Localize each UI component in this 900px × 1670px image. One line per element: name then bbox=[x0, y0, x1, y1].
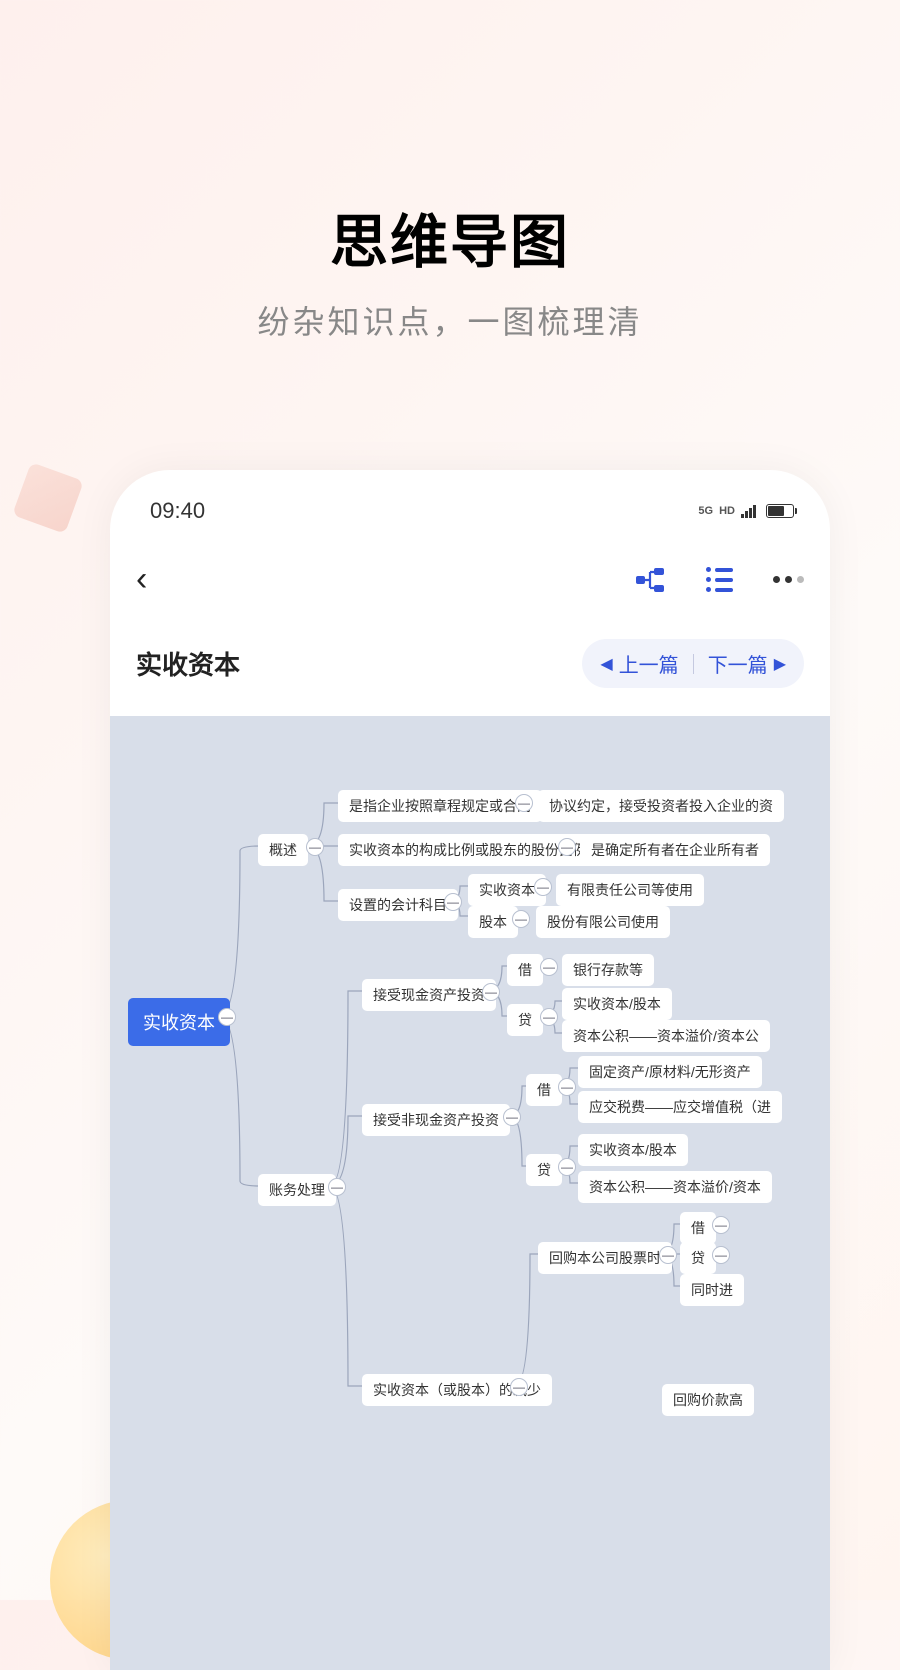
phone-frame: 09:40 5G HD ‹ bbox=[110, 470, 830, 1670]
signal-icon bbox=[741, 505, 756, 518]
collapse-icon[interactable]: — bbox=[510, 1378, 528, 1396]
mindmap-node[interactable]: 借 bbox=[680, 1212, 716, 1244]
pager: ◀ 上一篇 下一篇 ▶ bbox=[582, 639, 804, 688]
mindmap-node[interactable]: 固定资产/原材料/无形资产 bbox=[578, 1056, 762, 1088]
collapse-icon[interactable]: — bbox=[328, 1178, 346, 1196]
collapse-icon[interactable]: — bbox=[515, 794, 533, 812]
mindmap-node[interactable]: 贷 bbox=[680, 1242, 716, 1274]
mindmap-node[interactable]: 有限责任公司等使用 bbox=[556, 874, 704, 906]
collapse-icon[interactable]: — bbox=[482, 983, 500, 1001]
collapse-icon[interactable]: — bbox=[558, 1078, 576, 1096]
mindmap-canvas[interactable]: 实收资本 — 概述 — 账务处理 — 是指企业按照章程规定或合同 — 协议约定，… bbox=[110, 716, 830, 1670]
list-view-icon[interactable] bbox=[706, 567, 733, 592]
back-icon[interactable]: ‹ bbox=[136, 560, 147, 599]
collapse-icon[interactable]: — bbox=[540, 958, 558, 976]
collapse-icon[interactable]: — bbox=[503, 1108, 521, 1126]
pager-separator bbox=[693, 654, 694, 674]
mindmap-view-icon[interactable] bbox=[634, 564, 666, 596]
mindmap-node[interactable]: 借 bbox=[526, 1074, 562, 1106]
status-bar: 09:40 5G HD bbox=[110, 470, 830, 540]
decoration-cube bbox=[12, 462, 84, 534]
network-indicator: 5G bbox=[698, 505, 713, 517]
mindmap-node[interactable]: 账务处理 bbox=[258, 1174, 336, 1206]
app-header: ‹ bbox=[110, 540, 830, 625]
mindmap-node[interactable]: 贷 bbox=[507, 1004, 543, 1036]
page-title: 实收资本 bbox=[136, 645, 240, 682]
more-icon[interactable] bbox=[773, 576, 804, 583]
mindmap-node[interactable]: 银行存款等 bbox=[562, 954, 654, 986]
collapse-icon[interactable]: — bbox=[306, 838, 324, 856]
collapse-icon[interactable]: — bbox=[712, 1246, 730, 1264]
collapse-icon[interactable]: — bbox=[558, 838, 576, 856]
next-label: 下一篇 bbox=[708, 649, 768, 678]
hero-subtitle: 纷杂知识点，一图梳理清 bbox=[0, 297, 900, 343]
arrow-left-icon: ◀ bbox=[600, 654, 612, 674]
collapse-icon[interactable]: — bbox=[512, 910, 530, 928]
battery-icon bbox=[766, 504, 794, 518]
collapse-icon[interactable]: — bbox=[558, 1158, 576, 1176]
mindmap-root-node[interactable]: 实收资本 bbox=[128, 998, 230, 1046]
mindmap-node[interactable]: 概述 bbox=[258, 834, 308, 866]
mindmap-node[interactable]: 股本 bbox=[468, 906, 518, 938]
mindmap-node[interactable]: 应交税费——应交增值税（进 bbox=[578, 1091, 782, 1123]
prev-label: 上一篇 bbox=[619, 649, 679, 678]
status-time: 09:40 bbox=[150, 498, 205, 524]
mindmap-node[interactable]: 回购价款高 bbox=[662, 1384, 754, 1416]
collapse-icon[interactable]: — bbox=[444, 893, 462, 911]
arrow-right-icon: ▶ bbox=[774, 654, 786, 674]
hero-title: 思维导图 bbox=[0, 0, 900, 279]
mindmap-node[interactable]: 资本公积——资本溢价/资本 bbox=[578, 1171, 772, 1203]
mindmap-node[interactable]: 接受现金资产投资 bbox=[362, 979, 496, 1011]
mindmap-node[interactable]: 是指企业按照章程规定或合同 bbox=[338, 790, 542, 822]
mindmap-node[interactable]: 同时进 bbox=[680, 1274, 744, 1306]
mindmap-node[interactable]: 实收资本/股本 bbox=[562, 988, 672, 1020]
page-title-row: 实收资本 ◀ 上一篇 下一篇 ▶ bbox=[110, 625, 830, 716]
collapse-icon[interactable]: — bbox=[659, 1246, 677, 1264]
mindmap-node[interactable]: 实收资本/股本 bbox=[578, 1134, 688, 1166]
mindmap-node[interactable]: 接受非现金资产投资 bbox=[362, 1104, 510, 1136]
hd-indicator: HD bbox=[719, 505, 735, 517]
mindmap-node[interactable]: 回购本公司股票时 bbox=[538, 1242, 672, 1274]
mindmap-node[interactable]: 贷 bbox=[526, 1154, 562, 1186]
prev-button[interactable]: ◀ 上一篇 bbox=[600, 649, 678, 678]
collapse-icon[interactable]: — bbox=[534, 878, 552, 896]
collapse-icon[interactable]: — bbox=[712, 1216, 730, 1234]
mindmap-node[interactable]: 股份有限公司使用 bbox=[536, 906, 670, 938]
next-button[interactable]: 下一篇 ▶ bbox=[708, 649, 786, 678]
mindmap-node[interactable]: 是确定所有者在企业所有者 bbox=[580, 834, 770, 866]
collapse-icon[interactable]: — bbox=[218, 1008, 236, 1026]
collapse-icon[interactable]: — bbox=[540, 1008, 558, 1026]
mindmap-node[interactable]: 协议约定，接受投资者投入企业的资 bbox=[538, 790, 784, 822]
status-icons: 5G HD bbox=[698, 504, 794, 518]
mindmap-node[interactable]: 借 bbox=[507, 954, 543, 986]
mindmap-node[interactable]: 资本公积——资本溢价/资本公 bbox=[562, 1020, 770, 1052]
mindmap-node[interactable]: 设置的会计科目 bbox=[338, 889, 458, 921]
